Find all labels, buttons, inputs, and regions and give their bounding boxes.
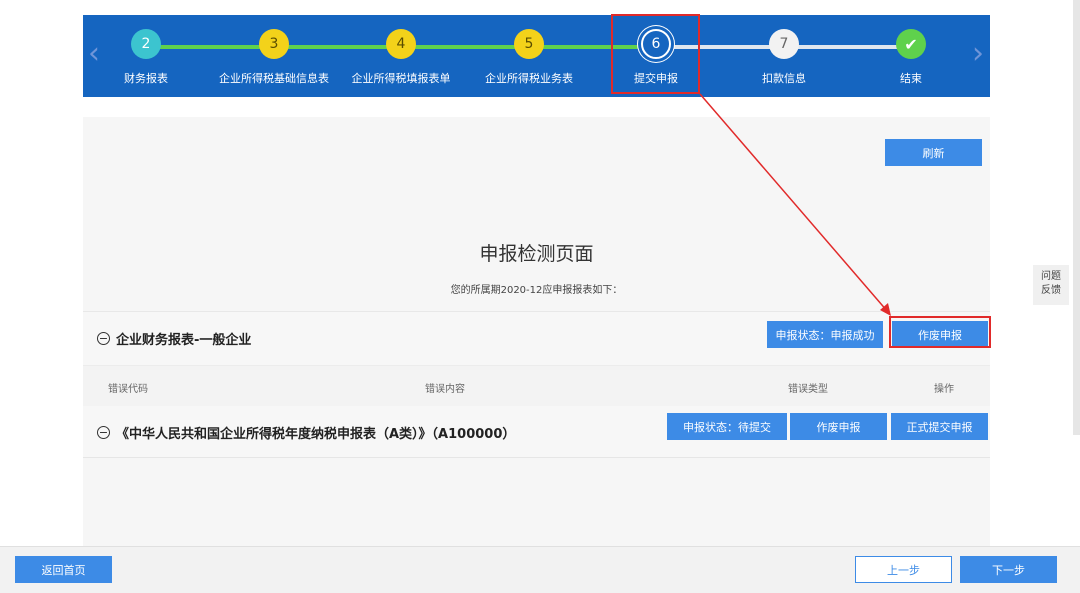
step-business-table[interactable]: 5 企业所得税业务表 <box>469 29 589 86</box>
step-financial-statements[interactable]: 2 财务报表 <box>86 29 206 86</box>
formal-submit-button[interactable]: 正式提交申报 <box>891 413 988 440</box>
next-step-button[interactable]: 下一步 <box>960 556 1057 583</box>
section-financial-report: − 企业财务报表-一般企业 申报状态：申报成功 作废申报 <box>83 311 990 366</box>
main-panel: 刷新 申报检测页面 您的所属期2020-12应申报报表如下： − 企业财务报表-… <box>83 117 990 547</box>
step-label: 企业所得税基础信息表 <box>219 72 329 85</box>
column-header: 错误代码 <box>108 384 148 395</box>
collapse-icon[interactable]: − <box>97 426 110 439</box>
step-label: 企业所得税业务表 <box>485 72 573 85</box>
step-label: 结束 <box>900 72 922 85</box>
prev-step-button[interactable]: 上一步 <box>855 556 952 583</box>
feedback-label: 问题 <box>1041 271 1061 282</box>
step-circle: 7 <box>769 29 799 59</box>
home-button[interactable]: 返回首页 <box>15 556 112 583</box>
annotation-highlight-void <box>889 316 991 348</box>
column-header: 错误类型 <box>788 384 828 395</box>
status-badge[interactable]: 申报状态：申报成功 <box>767 321 883 348</box>
collapse-icon[interactable]: − <box>97 332 110 345</box>
annotation-highlight-step <box>611 14 700 94</box>
section-title: 《中华人民共和国企业所得税年度纳税申报表（A类）》（A100000） <box>116 427 516 442</box>
step-circle: 4 <box>386 29 416 59</box>
step-circle: 2 <box>131 29 161 59</box>
step-label: 扣款信息 <box>762 72 806 85</box>
section-title: 企业财务报表-一般企业 <box>116 333 252 348</box>
section-header[interactable]: − 《中华人民共和国企业所得税年度纳税申报表（A类）》（A100000） <box>97 423 515 442</box>
step-circle: 5 <box>514 29 544 59</box>
footer-bar: 返回首页 上一步 下一步 <box>0 546 1080 593</box>
error-table-header: 错误代码 错误内容 错误类型 操作 <box>83 365 990 407</box>
page-title: 申报检测页面 <box>479 243 594 265</box>
void-filing-button[interactable]: 作废申报 <box>790 413 887 440</box>
step-finish[interactable]: ✔ 结束 <box>851 29 971 86</box>
chevron-right-icon[interactable]: › <box>972 39 984 69</box>
column-header: 错误内容 <box>425 384 465 395</box>
feedback-button[interactable]: 问题 反馈 <box>1033 265 1069 305</box>
column-header: 操作 <box>934 384 954 395</box>
progress-stepper: ‹ › 2 财务报表 3 企业所得税基础信息表 4 企业所得税填报表单 5 企业… <box>83 15 990 97</box>
step-circle: 3 <box>259 29 289 59</box>
scrollbar[interactable] <box>1073 0 1080 435</box>
feedback-label: 反馈 <box>1041 285 1061 296</box>
section-header[interactable]: − 企业财务报表-一般企业 <box>97 329 251 348</box>
section-income-tax-return: − 《中华人民共和国企业所得税年度纳税申报表（A类）》（A100000） 申报状… <box>83 406 990 458</box>
step-basic-info[interactable]: 3 企业所得税基础信息表 <box>214 29 334 86</box>
step-deduction-info[interactable]: 7 扣款信息 <box>724 29 844 86</box>
step-filing-form[interactable]: 4 企业所得税填报表单 <box>341 29 461 86</box>
refresh-button[interactable]: 刷新 <box>885 139 982 166</box>
step-label: 企业所得税填报表单 <box>351 72 451 85</box>
checkmark-icon: ✔ <box>896 29 926 59</box>
page-subtitle: 您的所属期2020-12应申报报表如下： <box>450 285 623 296</box>
step-label: 财务报表 <box>124 72 168 85</box>
status-badge[interactable]: 申报状态：待提交 <box>667 413 787 440</box>
